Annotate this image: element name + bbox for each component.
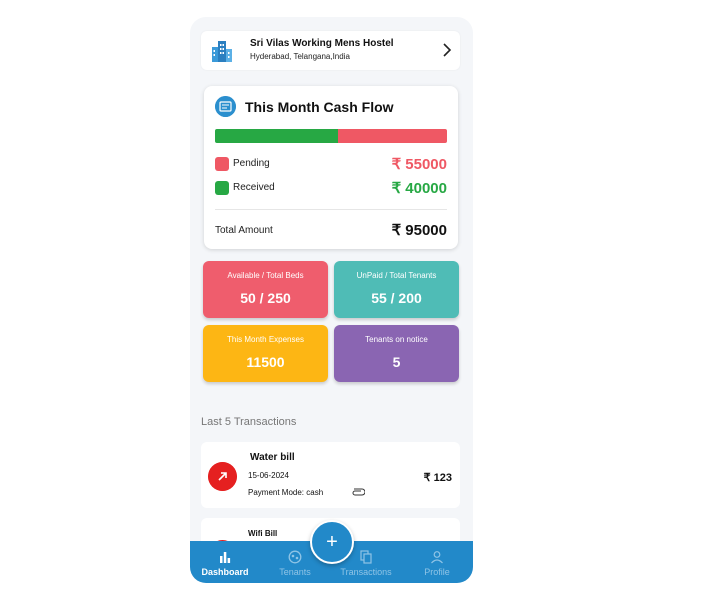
tile-value: 5 [392,354,401,370]
transaction-item[interactable]: Water bill 15-06-2024 Payment Mode: cash… [201,442,460,508]
tile-label: Tenants on notice [365,335,428,344]
hostel-name: Sri Vilas Working Mens Hostel [250,38,394,49]
cash-flow-card: This Month Cash Flow Pending ₹ 55000 Rec… [204,86,458,249]
chevron-right-icon [443,43,452,57]
phone-screen: Sri Vilas Working Mens Hostel Hyderabad,… [190,17,473,583]
tile-label: UnPaid / Total Tenants [356,271,437,280]
copy-icon [360,550,372,564]
received-amount: ₹ 40000 [391,180,447,197]
transaction-name: Wifi Bill [248,529,278,538]
total-amount-value: ₹ 95000 [391,222,447,239]
nav-item-profile[interactable]: Profile [402,541,472,583]
tile-label: This Month Expenses [227,335,304,344]
arrow-up-right-icon [208,462,237,491]
nav-label: Profile [424,567,450,577]
hostel-location: Hyderabad, Telangana,India [250,52,350,61]
received-bar-segment [215,129,338,143]
transaction-name: Water bill [250,452,295,463]
section-title: Last 5 Transactions [201,416,297,428]
nav-label: Dashboard [201,567,249,577]
person-icon [431,551,443,564]
cash-icon [215,96,236,117]
tile-tenants[interactable]: UnPaid / Total Tenants 55 / 200 [334,261,459,318]
nav-item-dashboard[interactable]: Dashboard [190,541,260,583]
tile-value: 11500 [246,354,285,370]
received-label: Received [233,182,275,193]
tile-expenses[interactable]: This Month Expenses 11500 [203,325,328,382]
add-button[interactable]: + [310,520,354,564]
transaction-date: 15-06-2024 [248,471,289,480]
divider [215,209,447,210]
tile-value: 50 / 250 [240,290,291,306]
building-icon [212,41,232,62]
pending-label: Pending [233,158,270,169]
bar-chart-icon [220,552,231,563]
pending-bar-segment [337,129,447,143]
total-amount-label: Total Amount [215,225,273,236]
nav-label: Transactions [340,567,392,577]
transaction-payment-mode: Payment Mode: cash [248,488,324,497]
hostel-selector[interactable]: Sri Vilas Working Mens Hostel Hyderabad,… [201,31,460,70]
tile-value: 55 / 200 [371,290,422,306]
nav-label: Tenants [279,567,311,577]
tile-beds[interactable]: Available / Total Beds 50 / 250 [203,261,328,318]
received-legend-swatch [215,181,229,195]
pending-legend-swatch [215,157,229,171]
transaction-amount: ₹ 123 [423,472,452,484]
tile-notice[interactable]: Tenants on notice 5 [334,325,459,382]
cash-flow-progress-bar [215,129,447,143]
tenants-icon [288,550,302,564]
cash-flow-title: This Month Cash Flow [245,99,394,115]
tile-label: Available / Total Beds [227,271,304,280]
attachment-icon[interactable] [351,488,365,496]
pending-amount: ₹ 55000 [391,156,447,173]
